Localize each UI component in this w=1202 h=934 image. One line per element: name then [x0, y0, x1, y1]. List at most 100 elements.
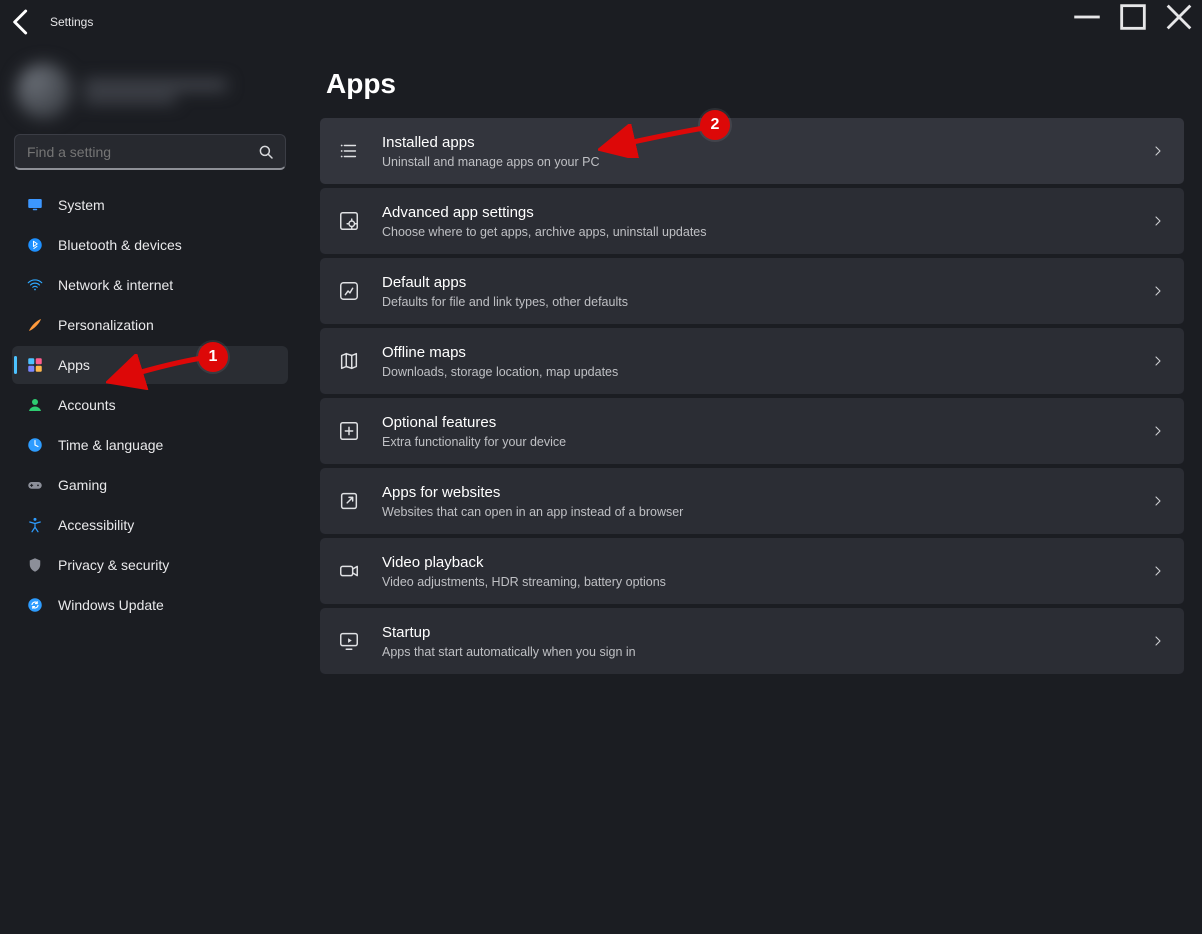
card-subtitle: Video adjustments, HDR streaming, batter… — [382, 575, 1128, 589]
card-text: Video playback Video adjustments, HDR str… — [382, 541, 1128, 601]
card-text: Default apps Defaults for file and link t… — [382, 261, 1128, 321]
open-external-icon — [338, 490, 360, 512]
search-input[interactable] — [25, 143, 257, 161]
settings-card-offline-maps[interactable]: Offline maps Downloads, storage location,… — [320, 328, 1184, 394]
sidebar-item-label: Time & language — [58, 437, 163, 453]
bluetooth-icon — [26, 236, 44, 254]
sidebar-item-label: Gaming — [58, 477, 107, 493]
main-content: Apps Installed apps Uninstall and manage … — [320, 50, 1184, 934]
brush-icon — [26, 316, 44, 334]
list-icon — [338, 140, 360, 162]
window-close[interactable] — [1156, 0, 1202, 34]
card-text: Startup Apps that start automatically whe… — [382, 611, 1128, 671]
card-title: Apps for websites — [382, 483, 1128, 503]
settings-card-installed-apps[interactable]: Installed apps Uninstall and manage apps … — [320, 118, 1184, 184]
card-title: Video playback — [382, 553, 1128, 573]
sidebar-item-time-language[interactable]: Time & language — [12, 426, 288, 464]
chevron-right-icon — [1150, 633, 1166, 649]
person-icon — [26, 396, 44, 414]
startup-icon — [338, 630, 360, 652]
card-title: Optional features — [382, 413, 1128, 433]
card-text: Offline maps Downloads, storage location,… — [382, 331, 1128, 391]
back-button[interactable] — [0, 0, 44, 44]
wifi-icon — [26, 276, 44, 294]
sidebar-item-system[interactable]: System — [12, 186, 288, 224]
shield-icon — [26, 556, 44, 574]
video-icon — [338, 560, 360, 582]
sidebar-item-gaming[interactable]: Gaming — [12, 466, 288, 504]
card-title: Offline maps — [382, 343, 1128, 363]
sidebar-item-bluetooth-devices[interactable]: Bluetooth & devices — [12, 226, 288, 264]
card-subtitle: Apps that start automatically when you s… — [382, 645, 1128, 659]
card-subtitle: Websites that can open in an app instead… — [382, 505, 1128, 519]
avatar — [16, 63, 72, 119]
sidebar-item-label: System — [58, 197, 105, 213]
card-subtitle: Downloads, storage location, map updates — [382, 365, 1128, 379]
window-maximize[interactable] — [1110, 0, 1156, 34]
sidebar-item-apps[interactable]: Apps — [12, 346, 288, 384]
profile-header[interactable] — [16, 54, 288, 128]
sidebar-item-label: Apps — [58, 357, 90, 373]
sidebar-item-label: Privacy & security — [58, 557, 169, 573]
map-icon — [338, 350, 360, 372]
card-text: Advanced app settings Choose where to get… — [382, 191, 1128, 251]
sidebar-item-label: Network & internet — [58, 277, 173, 293]
accessibility-icon — [26, 516, 44, 534]
sidebar: System Bluetooth & devices Network & inter… — [0, 52, 300, 934]
sync-icon — [26, 596, 44, 614]
default-app-icon — [338, 280, 360, 302]
card-title: Installed apps — [382, 133, 1128, 153]
card-subtitle: Choose where to get apps, archive apps, … — [382, 225, 1128, 239]
settings-card-default-apps[interactable]: Default apps Defaults for file and link t… — [320, 258, 1184, 324]
card-title: Default apps — [382, 273, 1128, 293]
settings-card-video-playback[interactable]: Video playback Video adjustments, HDR str… — [320, 538, 1184, 604]
settings-card-advanced-app-settings[interactable]: Advanced app settings Choose where to get… — [320, 188, 1184, 254]
settings-card-list: Installed apps Uninstall and manage apps … — [320, 118, 1184, 674]
search-icon — [257, 143, 275, 161]
settings-card-apps-for-websites[interactable]: Apps for websites Websites that can open … — [320, 468, 1184, 534]
sidebar-nav: System Bluetooth & devices Network & inter… — [12, 186, 288, 624]
card-text: Installed apps Uninstall and manage apps … — [382, 121, 1128, 181]
settings-card-startup[interactable]: Startup Apps that start automatically whe… — [320, 608, 1184, 674]
chevron-right-icon — [1150, 213, 1166, 229]
card-text: Apps for websites Websites that can open … — [382, 471, 1128, 531]
card-subtitle: Defaults for file and link types, other … — [382, 295, 1128, 309]
sidebar-item-personalization[interactable]: Personalization — [12, 306, 288, 344]
card-title: Advanced app settings — [382, 203, 1128, 223]
display-icon — [26, 196, 44, 214]
window-minimize[interactable] — [1064, 0, 1110, 34]
card-subtitle: Uninstall and manage apps on your PC — [382, 155, 1128, 169]
sidebar-item-privacy-security[interactable]: Privacy & security — [12, 546, 288, 584]
card-text: Optional features Extra functionality for… — [382, 401, 1128, 461]
sidebar-item-windows-update[interactable]: Windows Update — [12, 586, 288, 624]
sidebar-item-label: Accounts — [58, 397, 116, 413]
sidebar-item-accounts[interactable]: Accounts — [12, 386, 288, 424]
chevron-right-icon — [1150, 353, 1166, 369]
chevron-right-icon — [1150, 423, 1166, 439]
arrow-left-icon — [0, 0, 44, 44]
add-tile-icon — [338, 420, 360, 442]
chevron-right-icon — [1150, 493, 1166, 509]
card-subtitle: Extra functionality for your device — [382, 435, 1128, 449]
settings-card-optional-features[interactable]: Optional features Extra functionality for… — [320, 398, 1184, 464]
sidebar-item-network-internet[interactable]: Network & internet — [12, 266, 288, 304]
gear-tile-icon — [338, 210, 360, 232]
profile-text-redacted — [84, 75, 288, 108]
sidebar-item-label: Bluetooth & devices — [58, 237, 182, 253]
chevron-right-icon — [1150, 283, 1166, 299]
app-title: Settings — [50, 15, 93, 29]
window-controls — [1064, 0, 1202, 34]
page-title: Apps — [326, 68, 1184, 100]
clock-globe-icon — [26, 436, 44, 454]
sidebar-item-accessibility[interactable]: Accessibility — [12, 506, 288, 544]
sidebar-item-label: Personalization — [58, 317, 154, 333]
sidebar-item-label: Accessibility — [58, 517, 134, 533]
card-title: Startup — [382, 623, 1128, 643]
sidebar-item-label: Windows Update — [58, 597, 164, 613]
chevron-right-icon — [1150, 143, 1166, 159]
apps-icon — [26, 356, 44, 374]
gamepad-icon — [26, 476, 44, 494]
chevron-right-icon — [1150, 563, 1166, 579]
search-box[interactable] — [14, 134, 286, 170]
window-titlebar: Settings — [0, 0, 1202, 44]
